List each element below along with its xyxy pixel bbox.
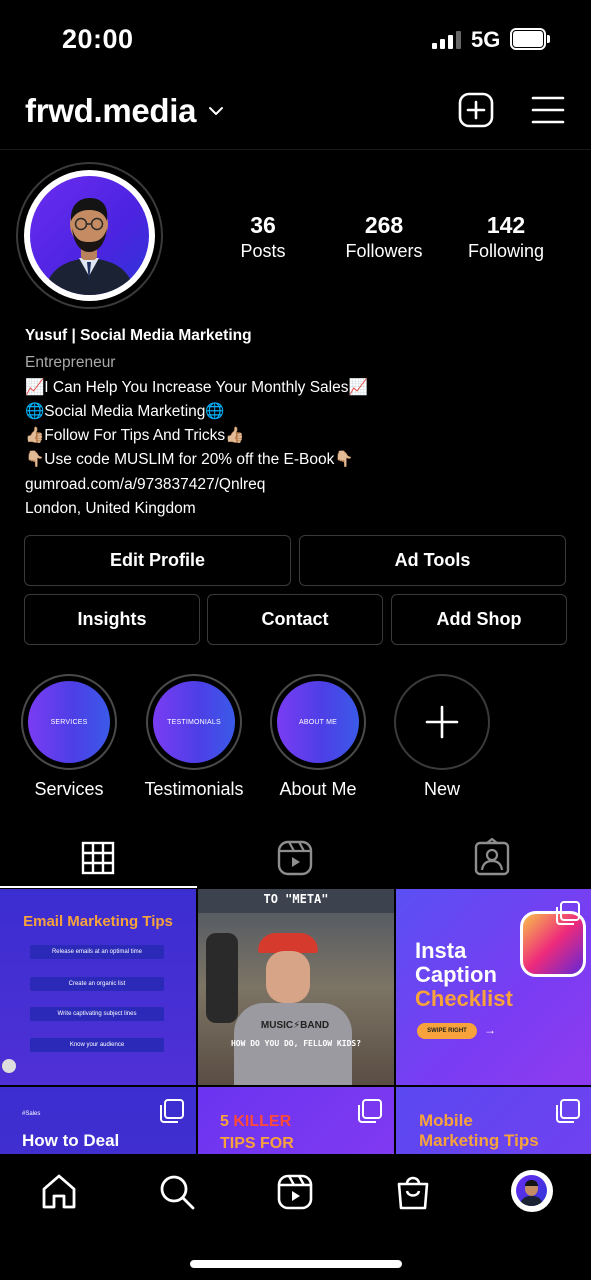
carousel-icon	[556, 901, 580, 925]
carousel-icon	[160, 1099, 184, 1123]
active-tab-indicator	[0, 886, 197, 888]
post-title-line: Caption	[415, 962, 497, 987]
menu-icon[interactable]	[531, 95, 565, 125]
carousel-icon	[358, 1099, 382, 1123]
meme-caption: HOW DO YOU DO, FELLOW KIDS?	[230, 1039, 362, 1048]
followers-label: Followers	[345, 241, 423, 261]
plus-icon	[425, 705, 459, 739]
chevron-down-icon[interactable]	[207, 102, 225, 120]
ad-tools-button[interactable]: Ad Tools	[299, 535, 566, 586]
post-tile[interactable]: Email Marketing Tips Release emails at a…	[0, 889, 196, 1085]
shop-icon[interactable]	[393, 1172, 433, 1212]
status-bar: 20:00 5G	[0, 0, 591, 80]
home-icon[interactable]	[39, 1172, 79, 1212]
post-title-line: TIPS FOR	[220, 1135, 294, 1152]
stat-following[interactable]: 142 Following	[456, 212, 556, 262]
following-label: Following	[467, 241, 545, 261]
add-post-icon[interactable]	[458, 92, 494, 128]
post-list-item: Release emails at an optimal time	[30, 945, 164, 959]
arrow-right-icon: →	[484, 1023, 496, 1037]
highlight-cover: SERVICES	[28, 681, 110, 763]
highlight-label: About Me	[279, 779, 357, 799]
post-tile[interactable]: Insta Caption Checklist SWIPE RIGHT →	[396, 889, 591, 1085]
reels-icon[interactable]	[275, 1172, 315, 1212]
profile-bio: Yusuf | Social Media Marketing Entrepren…	[25, 324, 565, 521]
highlight-about-me[interactable]: ABOUT ME About Me	[268, 674, 368, 800]
tagged-icon[interactable]	[472, 838, 512, 878]
bottom-nav	[0, 1154, 591, 1280]
account-username[interactable]: frwd.media	[25, 92, 197, 130]
profile-name: Yusuf | Social Media Marketing	[25, 327, 252, 344]
post-tile[interactable]: Mobile Marketing Tips	[396, 1087, 591, 1154]
post-title: Email Marketing Tips	[23, 913, 173, 930]
post-list-item: Create an organic list	[30, 977, 164, 991]
profile-photo	[44, 198, 135, 295]
post-title-line: Insta	[415, 938, 467, 963]
highlight-cover: ABOUT ME	[277, 681, 359, 763]
posts-label: Posts	[240, 241, 286, 261]
search-icon[interactable]	[157, 1172, 197, 1212]
highlight-services[interactable]: SERVICES Services	[19, 674, 119, 800]
followers-count: 268	[364, 212, 404, 238]
post-tag: #Sales	[22, 1111, 41, 1117]
battery-icon	[510, 28, 550, 50]
swipe-right-pill: SWIPE RIGHT	[417, 1023, 477, 1039]
profile-location: London, United Kingdom	[25, 500, 196, 518]
post-title-line: Marketing Tips	[419, 1131, 539, 1150]
reels-icon[interactable]	[275, 838, 315, 878]
posts-count: 36	[250, 212, 276, 238]
profile-link[interactable]: gumroad.com/a/973837427/Qnlreq	[25, 473, 565, 497]
contact-button[interactable]: Contact	[207, 594, 383, 645]
stat-posts[interactable]: 36 Posts	[219, 212, 307, 262]
signal-icon	[432, 31, 462, 49]
profile-category: Entrepreneur	[25, 354, 116, 372]
status-time: 20:00	[62, 24, 134, 54]
post-title-line: Mobile	[419, 1111, 473, 1130]
highlight-label: Testimonials	[144, 779, 244, 799]
bio-line: 🌐Social Media Marketing🌐	[25, 402, 225, 420]
meme-top-text: TO "META"	[263, 892, 329, 906]
highlight-new[interactable]: New	[392, 674, 492, 800]
following-count: 142	[486, 212, 526, 238]
highlight-cover: TESTIMONIALS	[153, 681, 235, 763]
profile-tabs	[0, 830, 591, 888]
edit-profile-button[interactable]: Edit Profile	[24, 535, 291, 586]
posts-grid: Email Marketing Tips Release emails at a…	[0, 889, 591, 1154]
post-tile[interactable]: 5 KILLER TIPS FOR	[198, 1087, 394, 1154]
profile-header: frwd.media	[0, 80, 591, 150]
bio-line: 📈I Can Help You Increase Your Monthly Sa…	[25, 378, 368, 396]
post-tile[interactable]: #Sales How to Deal	[0, 1087, 196, 1154]
highlight-testimonials[interactable]: TESTIMONIALS Testimonials	[144, 674, 244, 800]
profile-avatar[interactable]	[511, 1170, 553, 1212]
insights-button[interactable]: Insights	[24, 594, 200, 645]
post-tile[interactable]: TO "META" MUSIC⚡BAND HOW DO YOU DO, FELL…	[198, 889, 394, 1085]
post-avatar	[2, 1059, 16, 1073]
bio-line: 👍🏼Follow For Tips And Tricks👍🏼	[25, 427, 245, 445]
stat-followers[interactable]: 268 Followers	[334, 212, 434, 262]
network-type: 5G	[471, 27, 501, 52]
post-title: How to Deal	[22, 1131, 120, 1150]
post-title-line: 5 KILLER	[220, 1113, 291, 1131]
home-indicator[interactable]	[190, 1260, 402, 1268]
grid-icon[interactable]	[78, 838, 118, 878]
add-shop-button[interactable]: Add Shop	[391, 594, 567, 645]
post-list-item: Write captivating subject lines	[30, 1007, 164, 1021]
post-title-number: 5	[220, 1113, 229, 1130]
post-list-item: Know your audience	[30, 1038, 164, 1052]
bio-line: 👇🏼Use code MUSLIM for 20% off the E-Book…	[25, 451, 354, 469]
post-title-word: KILLER	[233, 1113, 292, 1130]
carousel-icon	[556, 1099, 580, 1123]
post-title-line: Checklist	[415, 986, 513, 1011]
highlight-label: Services	[34, 779, 104, 799]
profile-avatar[interactable]	[16, 162, 163, 309]
meme-shirt-text: MUSIC⚡BAND	[260, 1020, 330, 1031]
highlight-label: New	[423, 779, 460, 799]
